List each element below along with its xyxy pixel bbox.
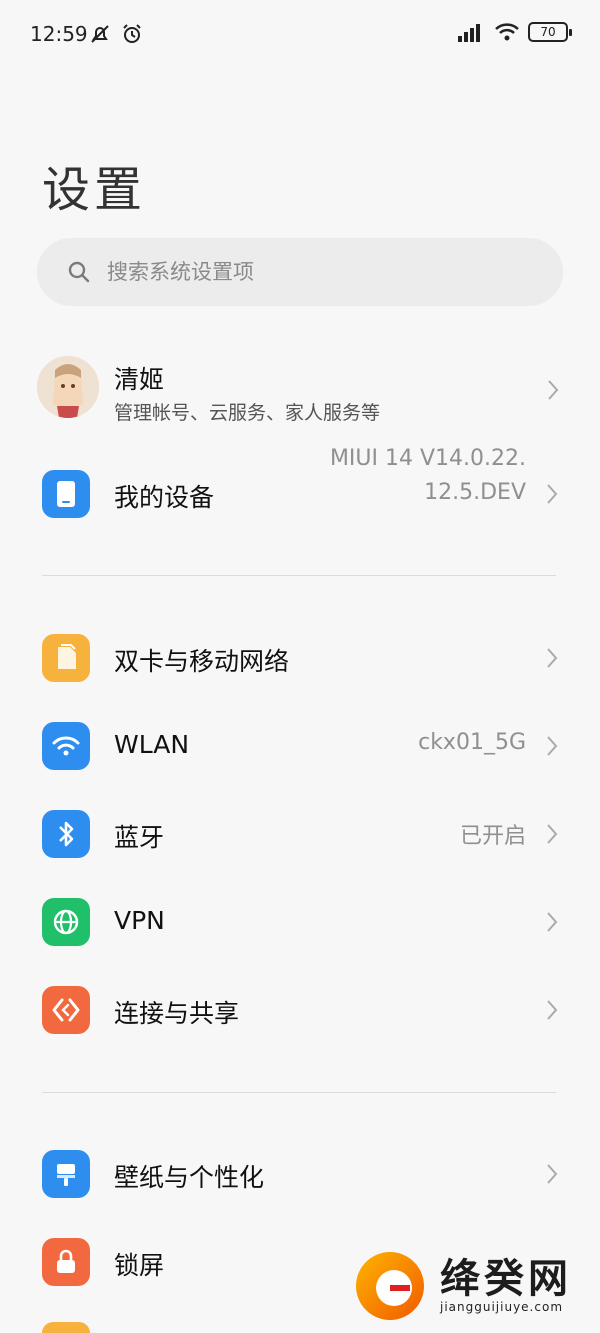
status-bar: 12:59 70 [0,0,600,70]
wifi-icon [42,722,90,770]
sim-label: 双卡与移动网络 [114,647,290,676]
share-icon [42,986,90,1034]
connection-row[interactable]: 连接与共享 [42,986,562,1046]
bluetooth-icon [42,810,90,858]
wallpaper-label: 壁纸与个性化 [114,1163,265,1192]
bluetooth-label: 蓝牙 [114,823,165,852]
phone-icon [42,470,90,518]
divider [42,1092,556,1093]
wlan-row[interactable]: WLAN ckx01_5G [42,722,562,782]
next-item-icon-partial [42,1322,90,1333]
version-line-1: MIUI 14 V14.0.22. [329,446,526,471]
wallpaper-row[interactable]: 壁纸与个性化 [42,1150,562,1210]
bluetooth-row[interactable]: 蓝牙 已开启 [42,810,562,870]
chevron-right-icon [547,648,558,668]
chevron-right-icon [548,380,559,400]
wlan-label: WLAN [114,730,190,759]
connection-label: 连接与共享 [114,999,240,1028]
lock-icon [42,1238,90,1286]
alarm-icon [123,24,141,43]
search-bar[interactable] [37,238,563,306]
watermark-text: 绛癸网 [440,1255,572,1302]
search-icon [68,261,90,283]
watermark-url: jiangguijiuye.com [440,1300,564,1314]
watermark-logo-icon [356,1252,424,1320]
watermark: 绛癸网 jiangguijiuye.com [340,1240,600,1333]
chevron-right-icon [547,484,558,504]
chevron-right-icon [547,824,558,844]
account-row[interactable]: 清姬 管理帐号、云服务、家人服务等 [37,356,563,428]
chevron-right-icon [547,736,558,756]
lockscreen-label: 锁屏 [114,1251,165,1280]
version-line-2: 12.5.DEV [424,480,526,505]
search-input[interactable] [107,260,527,284]
avatar-image [37,356,99,418]
vpn-label: VPN [114,906,165,935]
signal-icon [458,24,480,42]
my-device-label: 我的设备 [114,483,215,512]
chevron-right-icon [547,912,558,932]
globe-icon [42,898,90,946]
status-icons-right: 70 [458,22,572,42]
my-device-row[interactable]: 我的设备 MIUI 14 V14.0.22. 12.5.DEV [42,446,562,530]
vpn-row[interactable]: VPN [42,898,562,958]
battery-indicator: 70 [528,22,572,42]
account-subtitle: 管理帐号、云服务、家人服务等 [114,402,381,424]
sim-card-icon [42,634,90,682]
my-device-version: MIUI 14 V14.0.22. 12.5.DEV [306,442,526,510]
sim-row[interactable]: 双卡与移动网络 [42,634,562,694]
wifi-status-icon [495,23,519,41]
paint-brush-icon [42,1150,90,1198]
account-name: 清姬 [114,365,165,394]
chevron-right-icon [547,1164,558,1184]
page-title: 设置 [42,162,147,218]
status-icons-left [88,22,144,46]
wlan-value: ckx01_5G [418,730,526,755]
status-time: 12:59 [30,22,88,46]
chevron-right-icon [547,1000,558,1020]
bell-muted-icon [91,25,109,43]
divider [42,575,556,576]
bluetooth-value: 已开启 [459,824,526,849]
avatar [37,356,99,418]
